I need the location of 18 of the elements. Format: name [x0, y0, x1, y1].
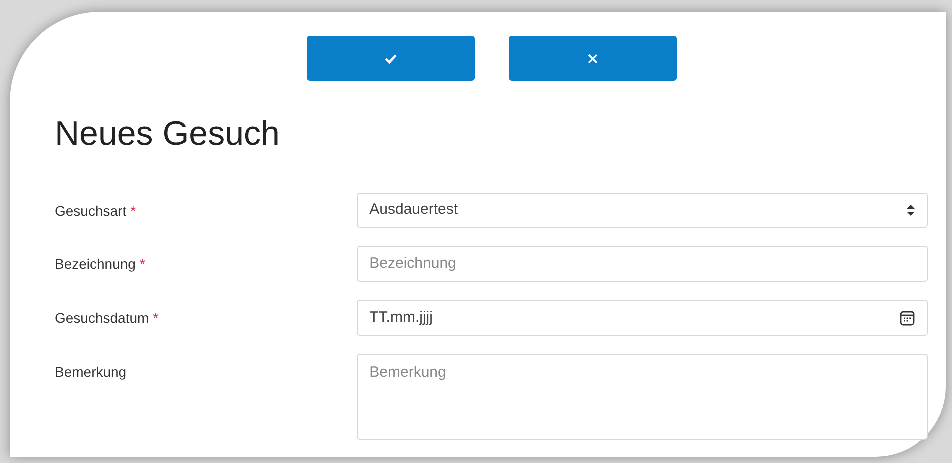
check-icon [385, 54, 397, 64]
required-mark: * [153, 309, 159, 328]
close-icon [588, 54, 598, 64]
field-label: Gesuchsart [55, 202, 127, 221]
date-field[interactable]: TT.mm.jjjj [356, 300, 928, 336]
required-mark: * [140, 255, 146, 274]
remarks-field[interactable]: Bemerkung [356, 354, 928, 440]
field-label: Gesuchsdatum [55, 309, 150, 328]
required-mark: * [130, 202, 136, 221]
type-dropdown[interactable]: Ausdauertest [356, 193, 928, 228]
cancel-button[interactable] [509, 36, 677, 81]
form-title: Neues Gesuch [55, 117, 281, 151]
field-label: Bezeichnung [55, 255, 136, 274]
field-label: Bemerkung [55, 363, 127, 382]
sort-caret-icon [907, 205, 915, 216]
text-field[interactable]: Bezeichnung [356, 246, 928, 282]
calendar-icon [900, 310, 915, 326]
confirm-button[interactable] [307, 36, 475, 81]
